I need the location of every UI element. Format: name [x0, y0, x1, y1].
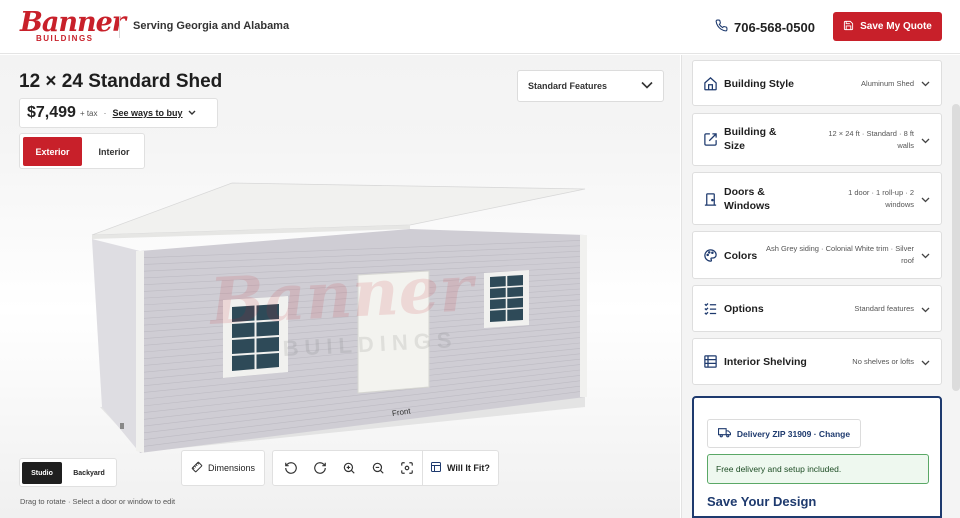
save-my-quote-button[interactable]: Save My Quote — [833, 12, 942, 41]
chevron-down-icon — [921, 138, 930, 144]
option-value: Aluminum Shed — [861, 79, 914, 88]
price-separator: · — [103, 108, 107, 118]
free-delivery-notice: Free delivery and setup included. — [707, 454, 929, 484]
window-glass-right — [489, 275, 524, 322]
save-icon — [843, 20, 854, 34]
service-area-text: Serving Georgia and Alabama — [133, 20, 290, 32]
delivery-zip-label: Delivery ZIP 31909 · Change — [736, 428, 851, 439]
zoom-in-icon[interactable] — [342, 461, 356, 475]
save-your-design-heading: Save Your Design — [707, 494, 817, 509]
phone-number: 706-568-0500 — [734, 19, 815, 35]
option-colors[interactable]: Colors Ash Grey siding · Colonial White … — [692, 231, 942, 279]
chevron-down-icon — [921, 307, 930, 313]
price-summary: $7,499 + tax · See ways to buy — [19, 98, 218, 128]
rotate-right-icon[interactable] — [313, 461, 327, 475]
header-divider — [119, 16, 120, 38]
option-value: 12 × 24 ft · Standard · 8 ft walls — [828, 129, 914, 150]
option-building-style[interactable]: Building Style Aluminum Shed — [692, 60, 942, 106]
option-label: Doors & Windows — [724, 186, 770, 212]
option-building-size[interactable]: Building & Size 12 × 24 ft · Standard · … — [692, 113, 942, 166]
recenter-icon[interactable] — [400, 461, 414, 475]
dimensions-label: Dimensions — [207, 463, 256, 473]
tab-backyard[interactable]: Backyard — [68, 462, 110, 484]
save-my-quote-label: Save My Quote — [860, 21, 932, 32]
chevron-down-icon — [921, 81, 930, 87]
product-title: 12 × 24 Standard Shed — [19, 71, 223, 92]
price-value: $7,499 — [27, 104, 76, 121]
shelving-icon — [703, 354, 718, 369]
shed-3d-render[interactable]: Banner BUILDINGS Front — [80, 175, 600, 455]
zoom-out-icon[interactable] — [371, 461, 385, 475]
phone-icon — [715, 19, 728, 35]
fit-frame-icon — [430, 461, 442, 475]
view-toggle: Exterior Interior — [19, 133, 145, 169]
standard-features-label: Standard Features — [528, 81, 608, 91]
see-ways-to-buy-link[interactable]: See ways to buy — [113, 108, 183, 118]
price-tax-note: + tax — [79, 108, 98, 118]
chevron-down-icon — [921, 197, 930, 203]
option-value: Ash Grey siding · Colonial White trim · … — [766, 244, 914, 265]
will-it-fit-label: Will It Fit? — [447, 463, 490, 473]
chevron-down-icon — [921, 360, 930, 366]
view-tools: Will It Fit? — [272, 450, 499, 486]
house-icon — [703, 76, 718, 91]
options-scrollbar[interactable] — [952, 104, 960, 391]
chevron-down-icon — [921, 253, 930, 259]
chevron-down-icon — [188, 110, 196, 115]
resize-icon — [703, 132, 718, 147]
site-header: Banner BUILDINGS Serving Georgia and Ala… — [0, 0, 960, 54]
option-label: Building Style — [724, 78, 795, 90]
standard-features-dropdown[interactable]: Standard Features — [517, 70, 664, 102]
tab-exterior[interactable]: Exterior — [23, 137, 82, 166]
interaction-hint: Drag to rotate · Select a door or window… — [20, 497, 176, 506]
option-label: Interior Shelving — [724, 356, 807, 368]
palette-icon — [703, 248, 718, 263]
tab-studio[interactable]: Studio — [22, 462, 62, 484]
chevron-down-icon — [641, 81, 653, 91]
delivery-card: Delivery ZIP 31909 · Change Free deliver… — [692, 396, 942, 518]
tab-interior[interactable]: Interior — [86, 137, 142, 166]
toolbar-divider — [422, 451, 423, 485]
delivery-zip-button[interactable]: Delivery ZIP 31909 · Change — [707, 419, 861, 448]
option-label: Building & Size — [724, 126, 777, 152]
option-options[interactable]: Options Standard features — [692, 285, 942, 332]
banner-buildings-logo[interactable]: Banner BUILDINGS — [20, 7, 126, 47]
option-doors-windows[interactable]: Doors & Windows 1 door · 1 roll-up · 2 w… — [692, 172, 942, 225]
option-interior-shelving[interactable]: Interior Shelving No shelves or lofts — [692, 338, 942, 385]
dimensions-button[interactable]: Dimensions — [181, 450, 265, 486]
configurator-viewport: 12 × 24 Standard Shed Standard Features … — [0, 55, 680, 518]
watermark-word: Banner — [206, 251, 479, 340]
checklist-icon — [703, 301, 718, 316]
phone-link[interactable]: 706-568-0500 — [715, 19, 815, 35]
truck-icon — [717, 427, 731, 440]
environment-toggle: Studio Backyard — [19, 458, 117, 487]
logo-subtitle: BUILDINGS — [36, 34, 94, 43]
option-label: Colors — [724, 250, 758, 262]
option-value: No shelves or lofts — [852, 357, 914, 366]
will-it-fit-button[interactable]: Will It Fit? — [430, 461, 490, 475]
option-label: Options — [724, 303, 764, 315]
rotate-left-icon[interactable] — [284, 461, 298, 475]
door-icon — [703, 192, 718, 207]
ruler-icon — [191, 461, 203, 475]
option-value: 1 door · 1 roll-up · 2 windows — [848, 188, 914, 209]
option-value: Standard features — [854, 304, 914, 313]
